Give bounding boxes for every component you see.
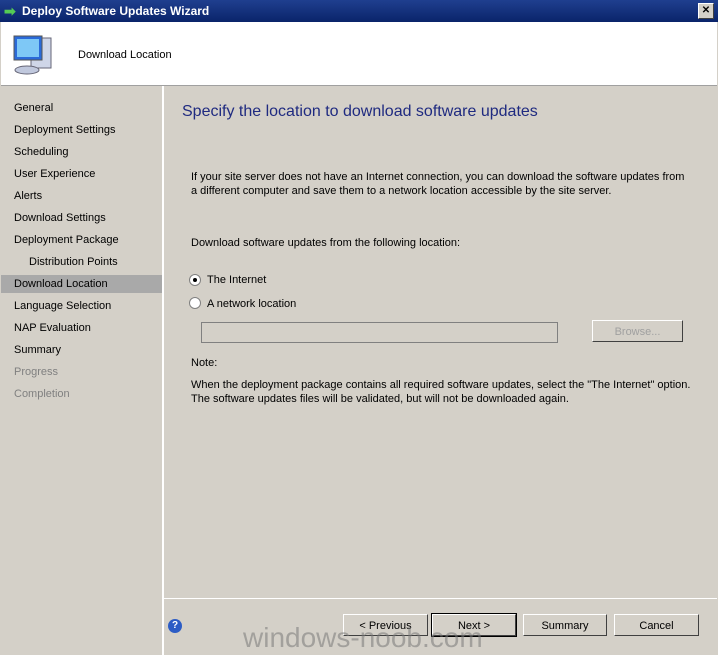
- step-language-selection: Language Selection: [14, 300, 112, 312]
- title-bar: ➡ Deploy Software Updates Wizard ✕: [0, 0, 718, 22]
- step-nap-evaluation: NAP Evaluation: [14, 322, 91, 334]
- window-title: Deploy Software Updates Wizard: [22, 4, 210, 18]
- step-general: General: [14, 102, 54, 114]
- step-user-experience: User Experience: [14, 168, 96, 180]
- step-deployment-package: Deployment Package: [14, 234, 119, 246]
- note-label: Note:: [191, 357, 218, 369]
- network-location-radio[interactable]: [189, 297, 201, 309]
- wizard-arrow-icon: ➡: [4, 3, 16, 19]
- intro-text: If your site server does not have an Int…: [191, 171, 685, 197]
- computer-icon: [13, 35, 52, 75]
- wizard-content: Specify the location to download softwar…: [164, 86, 717, 655]
- cancel-button[interactable]: Cancel: [614, 614, 699, 636]
- close-button[interactable]: ✕: [698, 3, 714, 19]
- network-location-radio-label[interactable]: A network location: [207, 297, 296, 311]
- step-completion: Completion: [14, 388, 70, 400]
- page-heading: Specify the location to download softwar…: [182, 103, 538, 120]
- wizard-steps-sidebar: General Deployment Settings Scheduling U…: [1, 86, 164, 655]
- internet-radio[interactable]: [189, 274, 201, 286]
- footer-divider: [164, 598, 717, 599]
- location-prompt: Download software updates from the follo…: [191, 237, 461, 249]
- step-deployment-settings: Deployment Settings: [14, 124, 116, 136]
- page-header-title: Download Location: [78, 49, 172, 61]
- help-icon[interactable]: ?: [168, 619, 182, 633]
- note-text: When the deployment package contains all…: [191, 379, 691, 405]
- wizard-header: Download Location: [1, 22, 717, 86]
- internet-radio-label[interactable]: The Internet: [207, 273, 266, 287]
- step-progress: Progress: [14, 366, 59, 378]
- network-path-input[interactable]: [201, 322, 558, 343]
- step-scheduling: Scheduling: [14, 146, 69, 158]
- step-download-location: Download Location: [1, 275, 162, 293]
- step-alerts: Alerts: [14, 190, 43, 202]
- summary-button[interactable]: Summary: [523, 614, 607, 636]
- step-distribution-points: Distribution Points: [29, 256, 118, 268]
- step-summary: Summary: [14, 344, 62, 356]
- watermark: windows-noob.com: [243, 622, 483, 653]
- step-download-settings: Download Settings: [14, 212, 106, 224]
- browse-button[interactable]: Browse...: [592, 320, 683, 342]
